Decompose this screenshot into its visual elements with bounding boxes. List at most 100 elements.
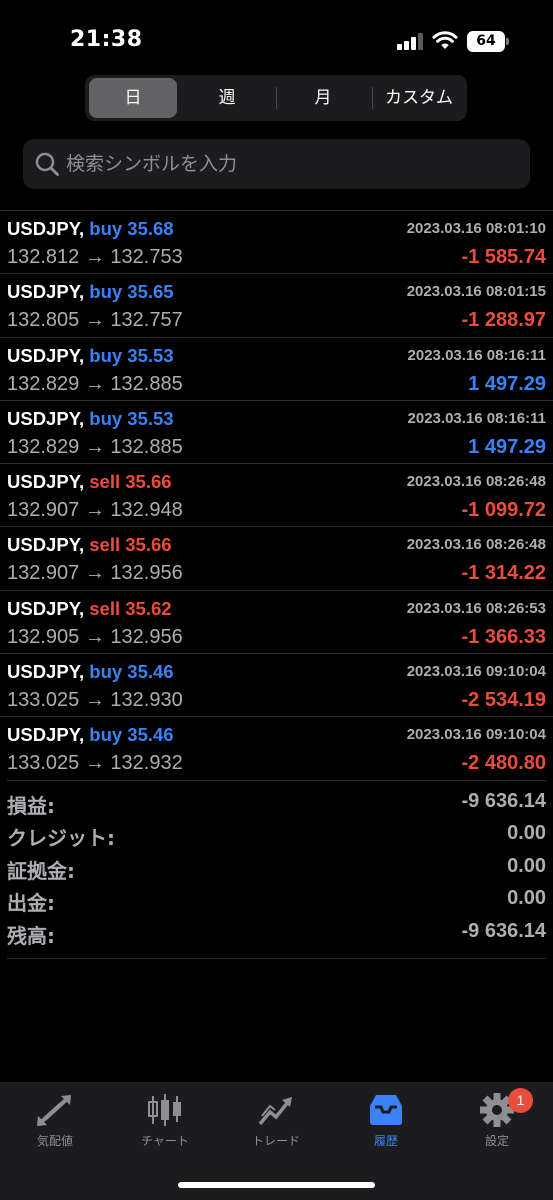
deal-row[interactable]: USDJPY, buy 35.53 132.829 → 132.885 2023.0…	[0, 336, 553, 400]
home-indicator[interactable]	[178, 1182, 375, 1188]
deal-row[interactable]: USDJPY, buy 35.53 132.829 → 132.885 2023.0…	[0, 399, 553, 463]
deal-volume: 35.66	[125, 534, 172, 556]
deal-profit: -1 288.97	[461, 309, 546, 332]
deal-symbol: USDJPY,	[7, 281, 85, 303]
tab-label: トレード	[251, 1134, 300, 1148]
deal-side: buy	[89, 344, 123, 366]
deal-volume: 35.66	[125, 471, 172, 493]
summary-block: 損益: -9 636.14 クレジット: 0.00 証拠金: 0.00 出金: 0.00 残高:…	[7, 779, 546, 960]
deal-datetime: 2023.03.16 09:10:04	[406, 726, 546, 744]
deal-datetime: 2023.03.16 08:01:15	[406, 283, 546, 301]
summary-value: -9 636.14	[461, 789, 546, 812]
battery-indicator: 64	[467, 31, 505, 52]
tab-settings[interactable]: 設定	[442, 1092, 552, 1149]
tab-history[interactable]: 履歴	[331, 1092, 441, 1149]
deal-volume: 35.46	[127, 724, 174, 746]
segment-month[interactable]: 月	[277, 78, 369, 118]
segment-custom[interactable]: カスタム	[373, 78, 465, 118]
deal-close-price: 132.956	[110, 625, 183, 648]
deal-title: USDJPY, sell 35.66	[7, 534, 172, 556]
tab-label: チャート	[141, 1134, 189, 1148]
status-bar: 21:38 64	[0, 0, 553, 70]
segment-week[interactable]: 週	[181, 78, 273, 118]
deal-datetime: 2023.03.16 08:26:48	[406, 536, 546, 554]
search-placeholder: 検索シンボルを入力	[66, 153, 238, 175]
deal-title: USDJPY, buy 35.68	[7, 218, 174, 240]
deal-title: USDJPY, buy 35.65	[7, 281, 174, 303]
summary-value: 0.00	[507, 854, 546, 877]
deal-open-price: 132.829	[7, 372, 80, 395]
deal-row[interactable]: USDJPY, buy 35.46 133.025 → 132.930 2023.0…	[0, 653, 553, 716]
deal-open-price: 132.829	[7, 435, 80, 458]
deal-close-price: 132.932	[110, 752, 183, 775]
deal-prices: 132.829 → 132.885	[7, 373, 183, 396]
summary-value: -9 636.14	[461, 919, 546, 942]
deal-side: buy	[89, 407, 123, 429]
deal-volume: 35.68	[127, 218, 174, 239]
deal-arrow: →	[84, 562, 105, 585]
deal-symbol: USDJPY,	[7, 407, 85, 429]
deal-row[interactable]: USDJPY, sell 35.66 132.907 → 132.948 2023.…	[0, 463, 553, 526]
deal-prices: 133.025 → 132.932	[7, 752, 183, 775]
deal-close-price: 132.757	[110, 309, 183, 332]
deal-row[interactable]: USDJPY, sell 35.62 132.905 → 132.956 2023.…	[0, 589, 553, 653]
deal-arrow: →	[84, 435, 105, 458]
tab-trade[interactable]: トレード	[221, 1092, 331, 1149]
deal-symbol: USDJPY,	[7, 218, 85, 239]
summary-row: 損益: -9 636.14	[7, 790, 546, 823]
tab-chart[interactable]: チャート	[110, 1092, 220, 1149]
deal-open-price: 132.905	[7, 625, 80, 648]
deal-profit: -2 480.80	[461, 752, 546, 775]
deal-prices: 132.812 → 132.753	[7, 246, 183, 269]
deal-arrow: →	[84, 689, 105, 712]
deal-profit: 1 497.29	[468, 435, 546, 458]
search-icon	[35, 152, 59, 176]
symbol-search-field[interactable]: 検索シンボルを入力	[23, 139, 530, 189]
deal-arrow: →	[84, 499, 105, 522]
deal-arrow: →	[84, 752, 105, 775]
deal-close-price: 132.930	[110, 689, 183, 712]
deal-open-price: 132.907	[7, 499, 80, 522]
inbox-history-icon	[370, 1095, 402, 1125]
deal-side: sell	[89, 471, 121, 493]
deal-title: USDJPY, buy 35.53	[7, 345, 174, 367]
deal-profit: -1 314.22	[461, 562, 546, 585]
deal-datetime: 2023.03.16 08:16:11	[407, 346, 546, 364]
deal-close-price: 132.948	[110, 499, 183, 522]
deal-title: USDJPY, buy 35.46	[7, 724, 174, 746]
summary-row: 残高: -9 636.14	[7, 920, 546, 953]
period-segmented-control: 日 週 月 カスタム	[85, 75, 467, 121]
deal-arrow: →	[84, 625, 105, 648]
deal-volume: 35.53	[127, 407, 174, 429]
trade-chart-icon	[258, 1097, 292, 1126]
history-list: USDJPY, buy 35.68 132.812 → 132.753 2023.0…	[0, 210, 553, 960]
deal-volume: 35.46	[127, 661, 174, 683]
deal-prices: 132.907 → 132.948	[7, 499, 183, 522]
deal-side: buy	[89, 661, 123, 683]
deal-side: sell	[89, 534, 121, 556]
candlestick-chart-icon	[148, 1094, 181, 1126]
deal-datetime: 2023.03.16 08:26:53	[406, 599, 546, 617]
deal-row[interactable]: USDJPY, sell 35.66 132.907 → 132.956 2023.…	[0, 526, 553, 589]
deal-open-price: 132.907	[7, 562, 80, 585]
deals-container: USDJPY, buy 35.68 132.812 → 132.753 2023.0…	[0, 210, 553, 780]
deal-datetime: 2023.03.16 08:26:48	[406, 473, 546, 491]
status-time: 21:38	[70, 27, 143, 52]
deal-row[interactable]: USDJPY, buy 35.65 132.805 → 132.757 2023.0…	[0, 273, 553, 336]
deal-row[interactable]: USDJPY, buy 35.68 132.812 → 132.753 2023.0…	[0, 210, 553, 273]
deal-symbol: USDJPY,	[7, 534, 85, 556]
deal-title: USDJPY, buy 35.46	[7, 661, 174, 683]
tab-quotes[interactable]: 気配値	[0, 1092, 110, 1149]
tab-label: 設定	[484, 1134, 509, 1148]
summary-row: クレジット: 0.00	[7, 822, 546, 855]
deal-volume: 35.53	[127, 344, 174, 366]
deal-close-price: 132.885	[110, 372, 183, 395]
segment-day[interactable]: 日	[89, 78, 177, 118]
deal-row[interactable]: USDJPY, buy 35.46 133.025 → 132.932 2023.0…	[0, 716, 553, 779]
wifi-icon	[432, 31, 458, 49]
deal-open-price: 132.812	[7, 246, 80, 268]
deal-profit: -1 585.74	[461, 246, 546, 268]
deal-title: USDJPY, sell 35.62	[7, 598, 172, 620]
deal-datetime: 2023.03.16 08:01:10	[406, 220, 546, 237]
deal-prices: 132.905 → 132.956	[7, 626, 183, 649]
